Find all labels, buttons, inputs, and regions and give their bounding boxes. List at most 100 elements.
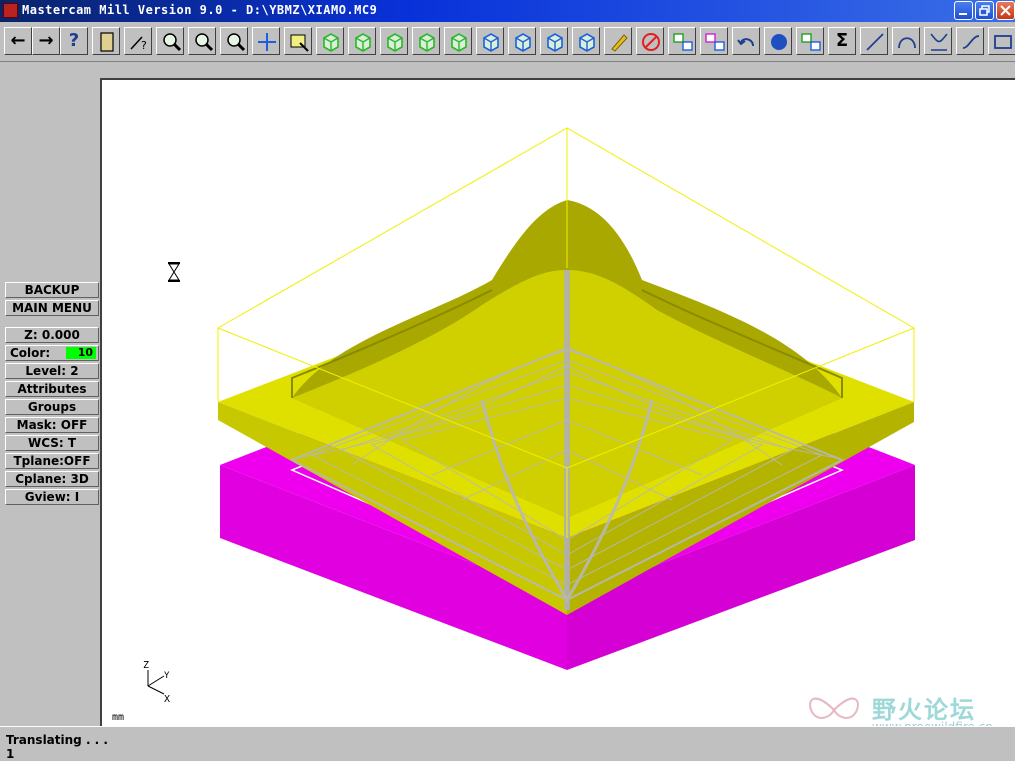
close-button[interactable] bbox=[996, 1, 1015, 20]
blue-cube-icon bbox=[483, 33, 499, 52]
cplane-top-button[interactable] bbox=[476, 27, 504, 55]
view-iso-button[interactable] bbox=[444, 27, 472, 55]
restore-button[interactable] bbox=[975, 1, 994, 20]
rectangle-icon bbox=[994, 35, 1012, 49]
main-toolbar: ← →?? Σ bbox=[0, 22, 1015, 62]
notebook-button[interactable] bbox=[92, 27, 120, 55]
notebook-icon bbox=[100, 32, 114, 52]
arc-button[interactable] bbox=[892, 27, 920, 55]
window-title: Mastercam Mill Version 9.0 - D:\YBMZ\XIA… bbox=[22, 3, 378, 17]
spline-icon bbox=[962, 35, 980, 49]
green-cube-icon bbox=[355, 33, 371, 52]
color-swatch: 10 bbox=[66, 347, 96, 359]
screen-clear-button[interactable] bbox=[604, 27, 632, 55]
arc-icon bbox=[898, 37, 916, 49]
unzoom-icon bbox=[195, 33, 214, 52]
sum-button[interactable]: Σ bbox=[828, 27, 856, 55]
zoom-b-icon bbox=[227, 33, 246, 52]
cplane-side-button[interactable] bbox=[540, 27, 568, 55]
z-depth-button[interactable]: Z: 0.000 bbox=[5, 327, 99, 343]
cplane-front-button[interactable] bbox=[508, 27, 536, 55]
color-label: Color: bbox=[10, 346, 51, 360]
title-bar: Mastercam Mill Version 9.0 - D:\YBMZ\XIA… bbox=[0, 0, 1015, 22]
line-button[interactable] bbox=[860, 27, 888, 55]
analyze-cursor-icon: ? bbox=[130, 36, 147, 52]
sigma-icon: Σ bbox=[835, 30, 849, 51]
analyze-button[interactable]: ? bbox=[124, 27, 152, 55]
backup-button[interactable]: BACKUP bbox=[5, 282, 99, 298]
graphics-viewport[interactable]: Z Y X mm 野火论坛 www.proewildfire.cn bbox=[102, 78, 1015, 734]
transform-color-icon bbox=[705, 33, 725, 51]
fillet-button[interactable] bbox=[924, 27, 952, 55]
mastercam-app-icon[interactable] bbox=[3, 3, 18, 18]
view-top-button[interactable] bbox=[348, 27, 376, 55]
undo-icon bbox=[737, 38, 754, 47]
blue-cube-icon bbox=[547, 33, 563, 52]
main-menu-panel: BACKUP MAIN MENU Z: 0.000 Color: 10 Leve… bbox=[0, 78, 102, 726]
zoom-b-button[interactable] bbox=[220, 27, 248, 55]
level-button[interactable]: Level: 2 bbox=[5, 363, 99, 379]
window-select-icon bbox=[290, 34, 309, 52]
line-icon bbox=[866, 33, 884, 51]
blue-cube-icon bbox=[579, 33, 595, 52]
status-message: Translating . . . bbox=[6, 733, 108, 747]
gview-button[interactable]: Gview: I bbox=[5, 489, 99, 505]
transform-button[interactable] bbox=[668, 27, 696, 55]
pencil-icon bbox=[611, 34, 628, 52]
prompt-area: Translating . . . 1 bbox=[0, 726, 1015, 761]
pan-arrows-icon bbox=[258, 33, 276, 51]
pan-button[interactable] bbox=[252, 27, 280, 55]
cplane-button[interactable]: Cplane: 3D bbox=[5, 471, 99, 487]
wcs-button[interactable]: WCS: T bbox=[5, 435, 99, 451]
unzoom-button[interactable] bbox=[188, 27, 216, 55]
butterfly-logo-icon bbox=[809, 697, 859, 719]
arrow-left-icon: ← bbox=[10, 30, 26, 51]
color-button[interactable]: Color: 10 bbox=[5, 345, 99, 361]
question-icon: ? bbox=[68, 30, 80, 51]
tplane-button[interactable]: Tplane:OFF bbox=[5, 453, 99, 469]
mask-button[interactable]: Mask: OFF bbox=[5, 417, 99, 433]
fillet-icon bbox=[930, 33, 948, 51]
undo-button[interactable] bbox=[732, 27, 760, 55]
main-menu-button[interactable]: MAIN MENU bbox=[5, 300, 99, 316]
axis-z-label: Z bbox=[143, 660, 149, 671]
arrow-right-icon: → bbox=[38, 30, 54, 51]
cplane-3d-button[interactable] bbox=[572, 27, 600, 55]
shade-button[interactable] bbox=[764, 27, 792, 55]
help-button[interactable]: ? bbox=[60, 27, 88, 55]
window-select-button[interactable] bbox=[284, 27, 312, 55]
sphere-icon bbox=[771, 34, 787, 50]
green-cube-icon bbox=[451, 33, 467, 52]
no-paint-button[interactable] bbox=[636, 27, 664, 55]
green-cube-icon bbox=[387, 33, 403, 52]
forward-arrow-button[interactable]: → bbox=[32, 27, 60, 55]
model-view: Z Y X bbox=[143, 127, 916, 705]
solid-icon bbox=[801, 33, 821, 51]
rectangle-button[interactable] bbox=[988, 27, 1015, 55]
axis-triad bbox=[147, 670, 165, 695]
restore-icon bbox=[979, 5, 990, 16]
transform-icon bbox=[673, 33, 693, 51]
svg-text:?: ? bbox=[141, 39, 147, 52]
watermark: 野火论坛 www.proewildfire.cn bbox=[804, 690, 1014, 734]
blue-cube-icon bbox=[515, 33, 531, 52]
axis-y-label: Y bbox=[164, 671, 170, 681]
spline-button[interactable] bbox=[956, 27, 984, 55]
zoom-button[interactable] bbox=[156, 27, 184, 55]
rotate-cube-icon bbox=[323, 33, 339, 52]
groups-button[interactable]: Groups bbox=[5, 399, 99, 415]
hourglass-icon bbox=[168, 262, 180, 282]
back-arrow-button[interactable]: ← bbox=[4, 27, 32, 55]
axis-x-label: X bbox=[164, 694, 170, 705]
no-entry-icon bbox=[642, 33, 660, 51]
view-side-button[interactable] bbox=[412, 27, 440, 55]
transform-color-button[interactable] bbox=[700, 27, 728, 55]
minimize-button[interactable] bbox=[954, 1, 973, 20]
rotate-view-button[interactable] bbox=[316, 27, 344, 55]
minimize-icon bbox=[959, 13, 967, 15]
units-label: mm bbox=[112, 712, 125, 723]
view-front-button[interactable] bbox=[380, 27, 408, 55]
solid-button[interactable] bbox=[796, 27, 824, 55]
attributes-button[interactable]: Attributes bbox=[5, 381, 99, 397]
status-count: 1 bbox=[6, 747, 15, 761]
